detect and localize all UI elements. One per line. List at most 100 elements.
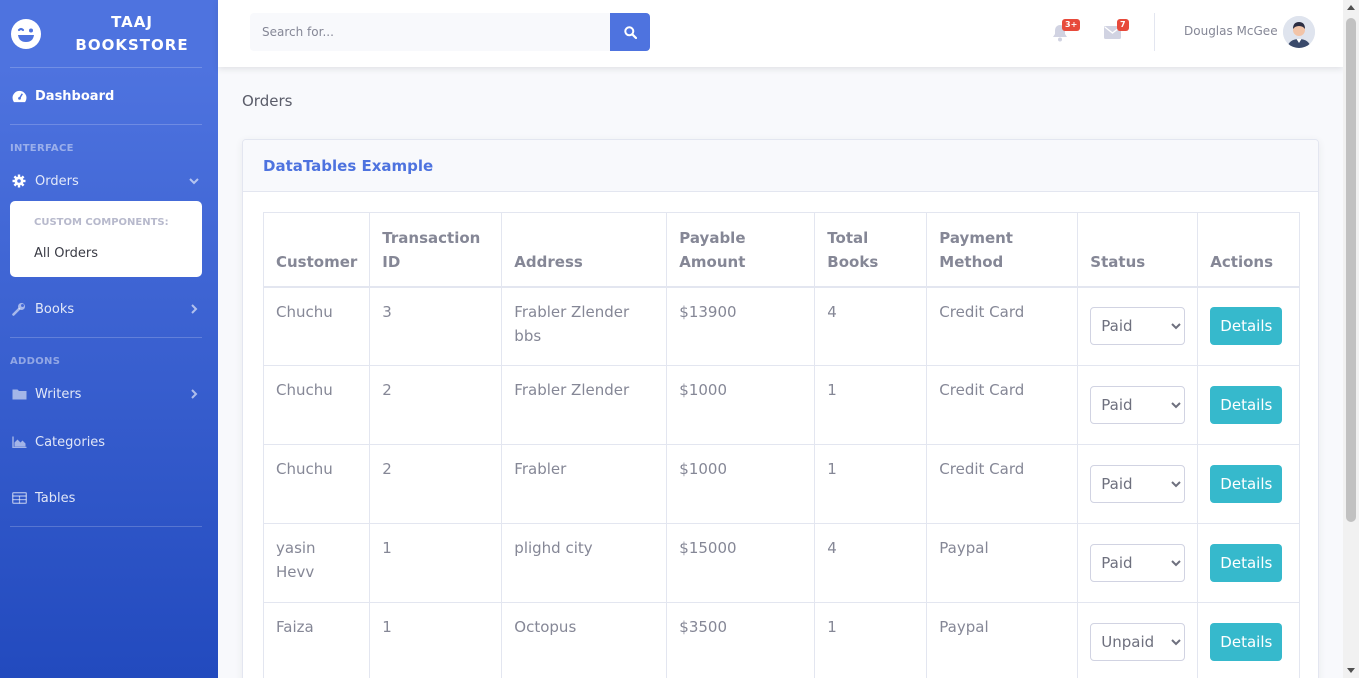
amount-cell: $1000 — [666, 365, 816, 445]
user-avatar[interactable] — [1283, 16, 1315, 48]
search-icon — [623, 25, 637, 39]
laugh-wink-icon — [10, 18, 42, 50]
amount-cell: $13900 — [666, 286, 816, 366]
sidebar-heading-addons: ADDONS — [10, 356, 61, 367]
status-select[interactable]: Unpaid — [1090, 623, 1186, 661]
sidebar-item-orders[interactable]: Orders — [0, 161, 218, 201]
details-button[interactable]: Details — [1210, 307, 1283, 346]
status-cell: Paid — [1077, 523, 1199, 603]
total-books-cell: 1 — [814, 444, 928, 524]
status-select[interactable]: Paid — [1090, 386, 1186, 424]
sidebar-item-writers[interactable]: Writers — [0, 374, 218, 414]
messages-dropdown[interactable]: 7 — [1104, 19, 1129, 42]
scroll-thumb[interactable] — [1346, 18, 1356, 522]
column-header[interactable]: Payable Amount — [666, 212, 816, 288]
details-button[interactable]: Details — [1210, 544, 1283, 582]
amount-cell: $3500 — [666, 602, 816, 678]
page-scrollbar[interactable] — [1343, 0, 1359, 678]
submenu-header: CUSTOM COMPONENTS: — [34, 217, 169, 228]
table-row: Chuchu 2 Frabler Zlender $1000 1 Credit … — [262, 365, 1301, 445]
user-name[interactable]: Douglas McGee — [1184, 24, 1278, 38]
table-wrapper: Customer Transaction ID Address Payable … — [262, 212, 1301, 678]
page-title: Orders — [242, 92, 293, 110]
status-cell: Unpaid — [1077, 602, 1199, 678]
actions-cell: Details — [1197, 286, 1301, 366]
alerts-dropdown[interactable]: 3+ — [1052, 19, 1081, 42]
transaction-id-cell: 2 — [369, 365, 503, 445]
card-header: DataTables Example — [243, 140, 1318, 192]
column-header[interactable]: Address — [501, 212, 668, 288]
scroll-down-icon[interactable] — [1347, 668, 1355, 673]
search-form — [250, 13, 650, 51]
column-header[interactable]: Payment Method — [926, 212, 1079, 288]
details-button[interactable]: Details — [1210, 465, 1283, 503]
submenu-item-all-orders[interactable]: All Orders — [10, 238, 202, 269]
column-header[interactable]: Total Books — [814, 212, 928, 288]
table-row: Chuchu 3 Frabler Zlender bbs $13900 4 Cr… — [262, 286, 1301, 366]
chevron-down-icon — [188, 175, 200, 187]
sidebar-item-label: Categories — [35, 434, 106, 450]
orders-submenu: CUSTOM COMPONENTS: All Orders — [10, 201, 202, 277]
sidebar-divider — [10, 526, 202, 527]
status-select[interactable]: Paid — [1090, 544, 1186, 582]
customer-cell: yasin Hevv — [262, 523, 371, 603]
sidebar-item-tables[interactable]: Tables — [0, 470, 218, 526]
details-button[interactable]: Details — [1210, 623, 1283, 661]
status-cell: Paid — [1077, 444, 1199, 524]
topbar-divider — [1154, 13, 1155, 51]
sidebar: TAAJ BOOKSTORE Dashboard INTERFACE Order… — [0, 0, 218, 678]
status-select[interactable]: Paid — [1090, 465, 1186, 503]
sidebar-item-label: Books — [35, 301, 75, 317]
transaction-id-cell: 1 — [369, 602, 503, 678]
payment-method-cell: Credit Card — [926, 444, 1079, 524]
messages-badge: 7 — [1117, 19, 1129, 31]
chevron-right-icon — [188, 388, 200, 400]
total-books-cell: 4 — [814, 523, 928, 603]
card-title: DataTables Example — [263, 156, 434, 175]
payment-method-cell: Credit Card — [926, 286, 1079, 366]
address-cell: plighd city — [501, 523, 668, 603]
actions-cell: Details — [1197, 444, 1301, 524]
sidebar-item-categories[interactable]: Categories — [0, 414, 218, 470]
orders-table: Customer Transaction ID Address Payable … — [262, 212, 1301, 678]
amount-cell: $1000 — [666, 444, 816, 524]
customer-cell: Chuchu — [262, 286, 371, 366]
transaction-id-cell: 2 — [369, 444, 503, 524]
table-row: Faiza 1 Octopus $3500 1 Paypal Unpaid De… — [262, 602, 1301, 678]
payment-method-cell: Paypal — [926, 523, 1079, 603]
wrench-icon — [12, 302, 30, 316]
total-books-cell: 4 — [814, 286, 928, 366]
sidebar-item-books[interactable]: Books — [0, 281, 218, 337]
brand-line-1: TAAJ — [111, 12, 153, 31]
column-header[interactable]: Transaction ID — [369, 212, 503, 288]
column-header[interactable]: Status — [1077, 212, 1199, 288]
tachometer-icon — [12, 89, 30, 103]
sidebar-item-label: Tables — [35, 490, 76, 506]
customer-cell: Chuchu — [262, 365, 371, 445]
transaction-id-cell: 1 — [369, 523, 503, 603]
chevron-right-icon — [188, 303, 200, 315]
scroll-up-icon[interactable] — [1347, 5, 1355, 10]
column-header[interactable]: Actions — [1197, 212, 1301, 288]
search-button[interactable] — [610, 13, 650, 51]
column-header[interactable]: Customer — [262, 212, 371, 288]
payment-method-cell: Paypal — [926, 602, 1079, 678]
sidebar-item-label: Writers — [35, 386, 82, 402]
actions-cell: Details — [1197, 365, 1301, 445]
address-cell: Frabler Zlender bbs — [501, 286, 668, 366]
address-cell: Frabler Zlender — [501, 365, 668, 445]
brand[interactable]: TAAJ BOOKSTORE — [0, 0, 218, 67]
sidebar-heading-interface: INTERFACE — [10, 143, 74, 154]
status-select[interactable]: Paid — [1090, 307, 1186, 346]
status-cell: Paid — [1077, 365, 1199, 445]
total-books-cell: 1 — [814, 365, 928, 445]
payment-method-cell: Credit Card — [926, 365, 1079, 445]
address-cell: Octopus — [501, 602, 668, 678]
details-button[interactable]: Details — [1210, 386, 1283, 424]
table-header-row: Customer Transaction ID Address Payable … — [262, 212, 1301, 288]
sidebar-item-dashboard[interactable]: Dashboard — [0, 68, 218, 124]
sidebar-item-label: Dashboard — [35, 88, 115, 104]
search-input[interactable] — [250, 13, 610, 51]
actions-cell: Details — [1197, 523, 1301, 603]
cog-icon — [12, 174, 30, 188]
